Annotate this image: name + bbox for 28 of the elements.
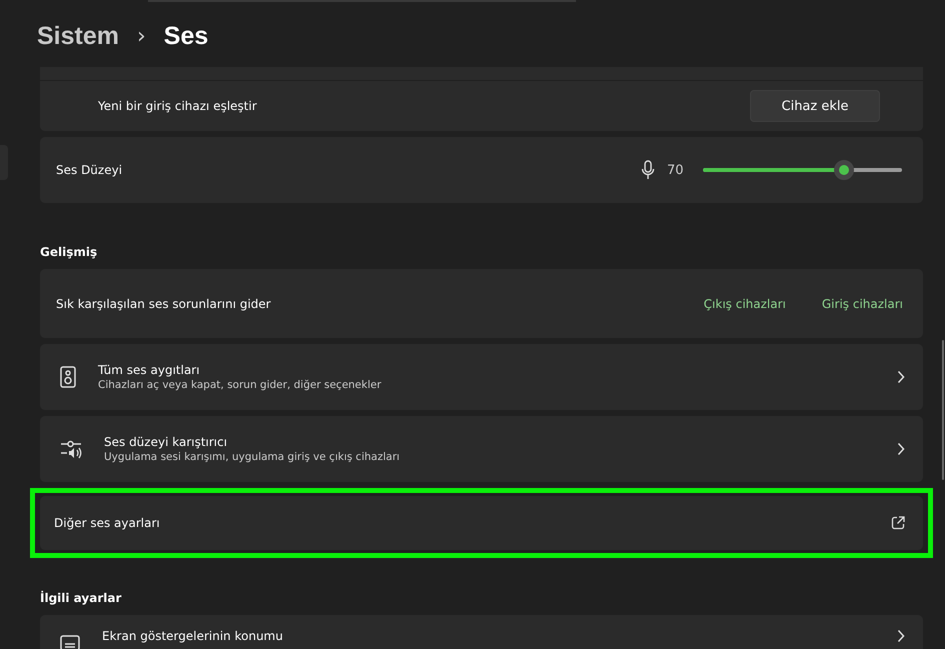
settings-item[interactable]: Diğer ses ayarları bbox=[40, 496, 923, 550]
mixer-icon bbox=[60, 439, 82, 459]
item-title: Ses düzeyi karıştırıcı bbox=[104, 435, 228, 449]
item-subtitle: Uygulama sesi karışımı, uygulama giriş ve çıkış cihazları bbox=[104, 451, 401, 463]
troubleshoot-link[interactable]: Giriş cihazları bbox=[822, 296, 903, 310]
item-title: Ekran göstergelerinin konumu bbox=[102, 629, 284, 643]
section-heading: İlgili ayarlar bbox=[40, 591, 122, 605]
pair-device-label: Yeni bir giriş cihazı eşleştir bbox=[98, 99, 257, 113]
item-subtitle: Cihazları aç veya kapat, sorun gider, diğer seçenekler bbox=[98, 379, 382, 391]
slider-thumb[interactable] bbox=[834, 160, 854, 180]
item-title: Tüm ses aygıtları bbox=[98, 363, 201, 377]
display-icon bbox=[60, 635, 80, 649]
breadcrumb-link[interactable]: Sistem bbox=[37, 22, 119, 51]
scrollbar[interactable] bbox=[942, 340, 944, 480]
settings-item[interactable]: Ses düzeyi karıştırıcı Uygulama sesi karışımı, uygulama giriş ve çıkış cihazları bbox=[40, 416, 923, 482]
settings-item[interactable]: Tüm ses aygıtları Cihazları aç veya kapat, sorun gider, diğer seçenekler bbox=[40, 344, 923, 410]
breadcrumb-separator: › bbox=[136, 24, 146, 49]
settings-item[interactable]: Ekran göstergelerinin konumu bbox=[40, 615, 923, 649]
volume-label: Ses Düzeyi bbox=[56, 163, 122, 177]
microphone-icon bbox=[641, 160, 655, 180]
item-title: Diğer ses ayarları bbox=[54, 516, 161, 530]
troubleshoot-label: Sık karşılaşılan ses sorunlarını gider bbox=[56, 296, 271, 310]
troubleshoot-link[interactable]: Çıkış cihazları bbox=[704, 296, 786, 310]
speaker-icon bbox=[60, 366, 76, 388]
add-device-button[interactable]: Cihaz ekle bbox=[750, 90, 880, 122]
section-heading: Gelişmiş bbox=[40, 245, 98, 259]
volume-value: 70 bbox=[667, 162, 685, 178]
page-title: Ses bbox=[164, 22, 208, 51]
